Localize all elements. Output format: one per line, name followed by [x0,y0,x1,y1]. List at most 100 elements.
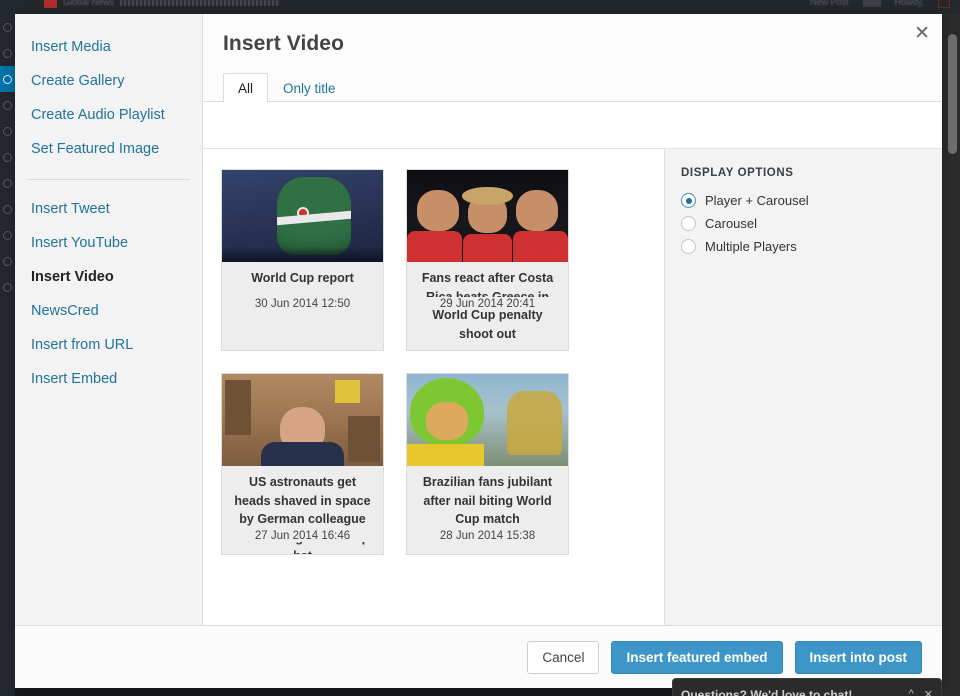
admin-nav-item[interactable] [0,118,15,144]
face-icon [516,190,559,231]
chat-widget-title: Questions? We'd love to chat! [681,687,853,696]
module-panel-icon [225,379,251,435]
face-icon [426,401,469,441]
crowd-icon [506,390,562,455]
option-multiple-players[interactable]: Multiple Players [681,239,926,254]
option-label: Multiple Players [705,239,797,254]
admin-nav-item-current[interactable] [0,66,15,92]
shirt-icon [407,443,485,466]
module-panel-icon [347,416,380,463]
video-card[interactable]: Fans react after Costa Rica beats Greece… [406,169,569,351]
collapse-icon [3,283,12,292]
modal-body: Insert Media Create Gallery Create Audio… [15,14,942,625]
video-title: World Cup report [251,271,354,285]
admin-bar-left: Global News [0,0,281,12]
radio-icon-player-carousel[interactable] [681,193,696,208]
admin-nav-item[interactable] [0,144,15,170]
admin-nav-item[interactable] [0,274,15,300]
option-player-carousel[interactable]: Player + Carousel [681,193,926,208]
admin-bar-chip [862,0,881,7]
insert-video-modal: Insert Media Create Gallery Create Audio… [15,14,942,688]
admin-nav-item[interactable] [0,170,15,196]
tools-icon [3,231,12,240]
close-icon[interactable]: ✕ [924,688,933,696]
close-icon[interactable]: ✕ [914,24,930,43]
appearance-icon [3,153,12,162]
site-name[interactable]: Global News [63,0,114,7]
face-icon [416,190,459,231]
shirt-icon [513,230,568,262]
video-grid-container: World Cup report 30 Jun 2014 12:50 Fans … [203,149,665,625]
cancel-button[interactable]: Cancel [527,640,600,674]
menu-divider [27,178,190,180]
video-thumbnail [222,170,383,262]
display-options-panel: DISPLAY OPTIONS Player + Carousel Carous… [665,149,942,625]
menu-item-create-gallery[interactable]: Create Gallery [15,64,202,98]
admin-bar-new-post[interactable]: New Post [810,0,849,7]
admin-bar-howdy[interactable]: Howdy, [895,0,924,7]
option-carousel[interactable]: Carousel [681,216,926,231]
comments-icon [3,127,12,136]
plugins-icon [3,179,12,188]
label-icon [334,379,361,404]
modal-content: World Cup report 30 Jun 2014 12:50 Fans … [203,149,942,625]
insert-into-post-button[interactable]: Insert into post [794,640,922,674]
menu-item-newscred[interactable]: NewsCred [15,294,202,328]
admin-nav-item[interactable] [0,14,15,40]
modal-pane: ✕ Insert Video All Only title World Cup … [203,14,942,625]
video-date: 30 Jun 2014 12:50 [222,297,383,310]
chat-widget-controls: ^ ✕ [909,688,933,696]
admin-nav-item[interactable] [0,222,15,248]
posts-icon [3,49,12,58]
video-thumbnail [222,374,383,466]
menu-item-create-audio-playlist[interactable]: Create Audio Playlist [15,98,202,132]
menu-item-insert-tweet[interactable]: Insert Tweet [15,192,202,226]
video-thumbnail [407,374,568,466]
jersey-badge-icon [296,206,309,219]
page-scrollbar-thumb[interactable] [948,34,957,154]
display-options-heading: DISPLAY OPTIONS [681,167,794,179]
wp-admin-bar: Global News New Post Howdy, [0,0,960,14]
menu-item-insert-video[interactable]: Insert Video [15,260,202,294]
admin-bar-right: New Post Howdy, [810,0,960,12]
site-logo-icon [44,0,57,8]
media-icon [3,75,12,84]
video-card[interactable]: US astronauts get heads shaved in space … [221,373,384,555]
radio-icon-multiple-players[interactable] [681,239,696,254]
video-card[interactable]: World Cup report 30 Jun 2014 12:50 [221,169,384,351]
page-root: Global News New Post Howdy, Insert Media… [0,0,960,696]
video-card-text: Brazilian fans jubilant after nail bitin… [407,466,568,529]
menu-item-insert-media[interactable]: Insert Media [15,30,202,64]
menu-item-insert-youtube[interactable]: Insert YouTube [15,226,202,260]
insert-featured-embed-button[interactable]: Insert featured embed [611,640,783,674]
tab-only-title[interactable]: Only title [268,73,351,102]
video-title: Brazilian fans jubilant after nail bitin… [422,475,553,526]
menu-item-insert-from-url[interactable]: Insert from URL [15,328,202,362]
video-card[interactable]: Brazilian fans jubilant after nail bitin… [406,373,569,555]
video-thumbnail [407,170,568,262]
admin-nav-item[interactable] [0,40,15,66]
avatar [938,0,950,8]
torso-icon [260,442,345,466]
thumbnail-overlay [222,247,383,262]
menu-item-set-featured-image[interactable]: Set Featured Image [15,132,202,166]
admin-nav-item[interactable] [0,92,15,118]
tab-all[interactable]: All [223,73,269,102]
dashboard-icon [3,23,12,32]
video-date: 27 Jun 2014 16:46 [222,529,383,542]
toolbar-area [203,102,942,149]
pages-icon [3,101,12,110]
admin-bar-redacted [120,0,281,6]
page-title: Insert Video [223,32,345,55]
menu-item-insert-embed[interactable]: Insert Embed [15,362,202,396]
video-date: 29 Jun 2014 20:41 [407,297,568,310]
minimize-icon[interactable]: ^ [909,688,914,696]
admin-nav-item[interactable] [0,248,15,274]
settings-icon [3,257,12,266]
radio-icon-carousel[interactable] [681,216,696,231]
admin-nav-item[interactable] [0,196,15,222]
shirt-icon [463,234,512,262]
video-grid: World Cup report 30 Jun 2014 12:50 Fans … [221,169,646,555]
chat-widget[interactable]: Questions? We'd love to chat! ^ ✕ [672,678,942,696]
wp-admin-sidebar [0,14,15,696]
